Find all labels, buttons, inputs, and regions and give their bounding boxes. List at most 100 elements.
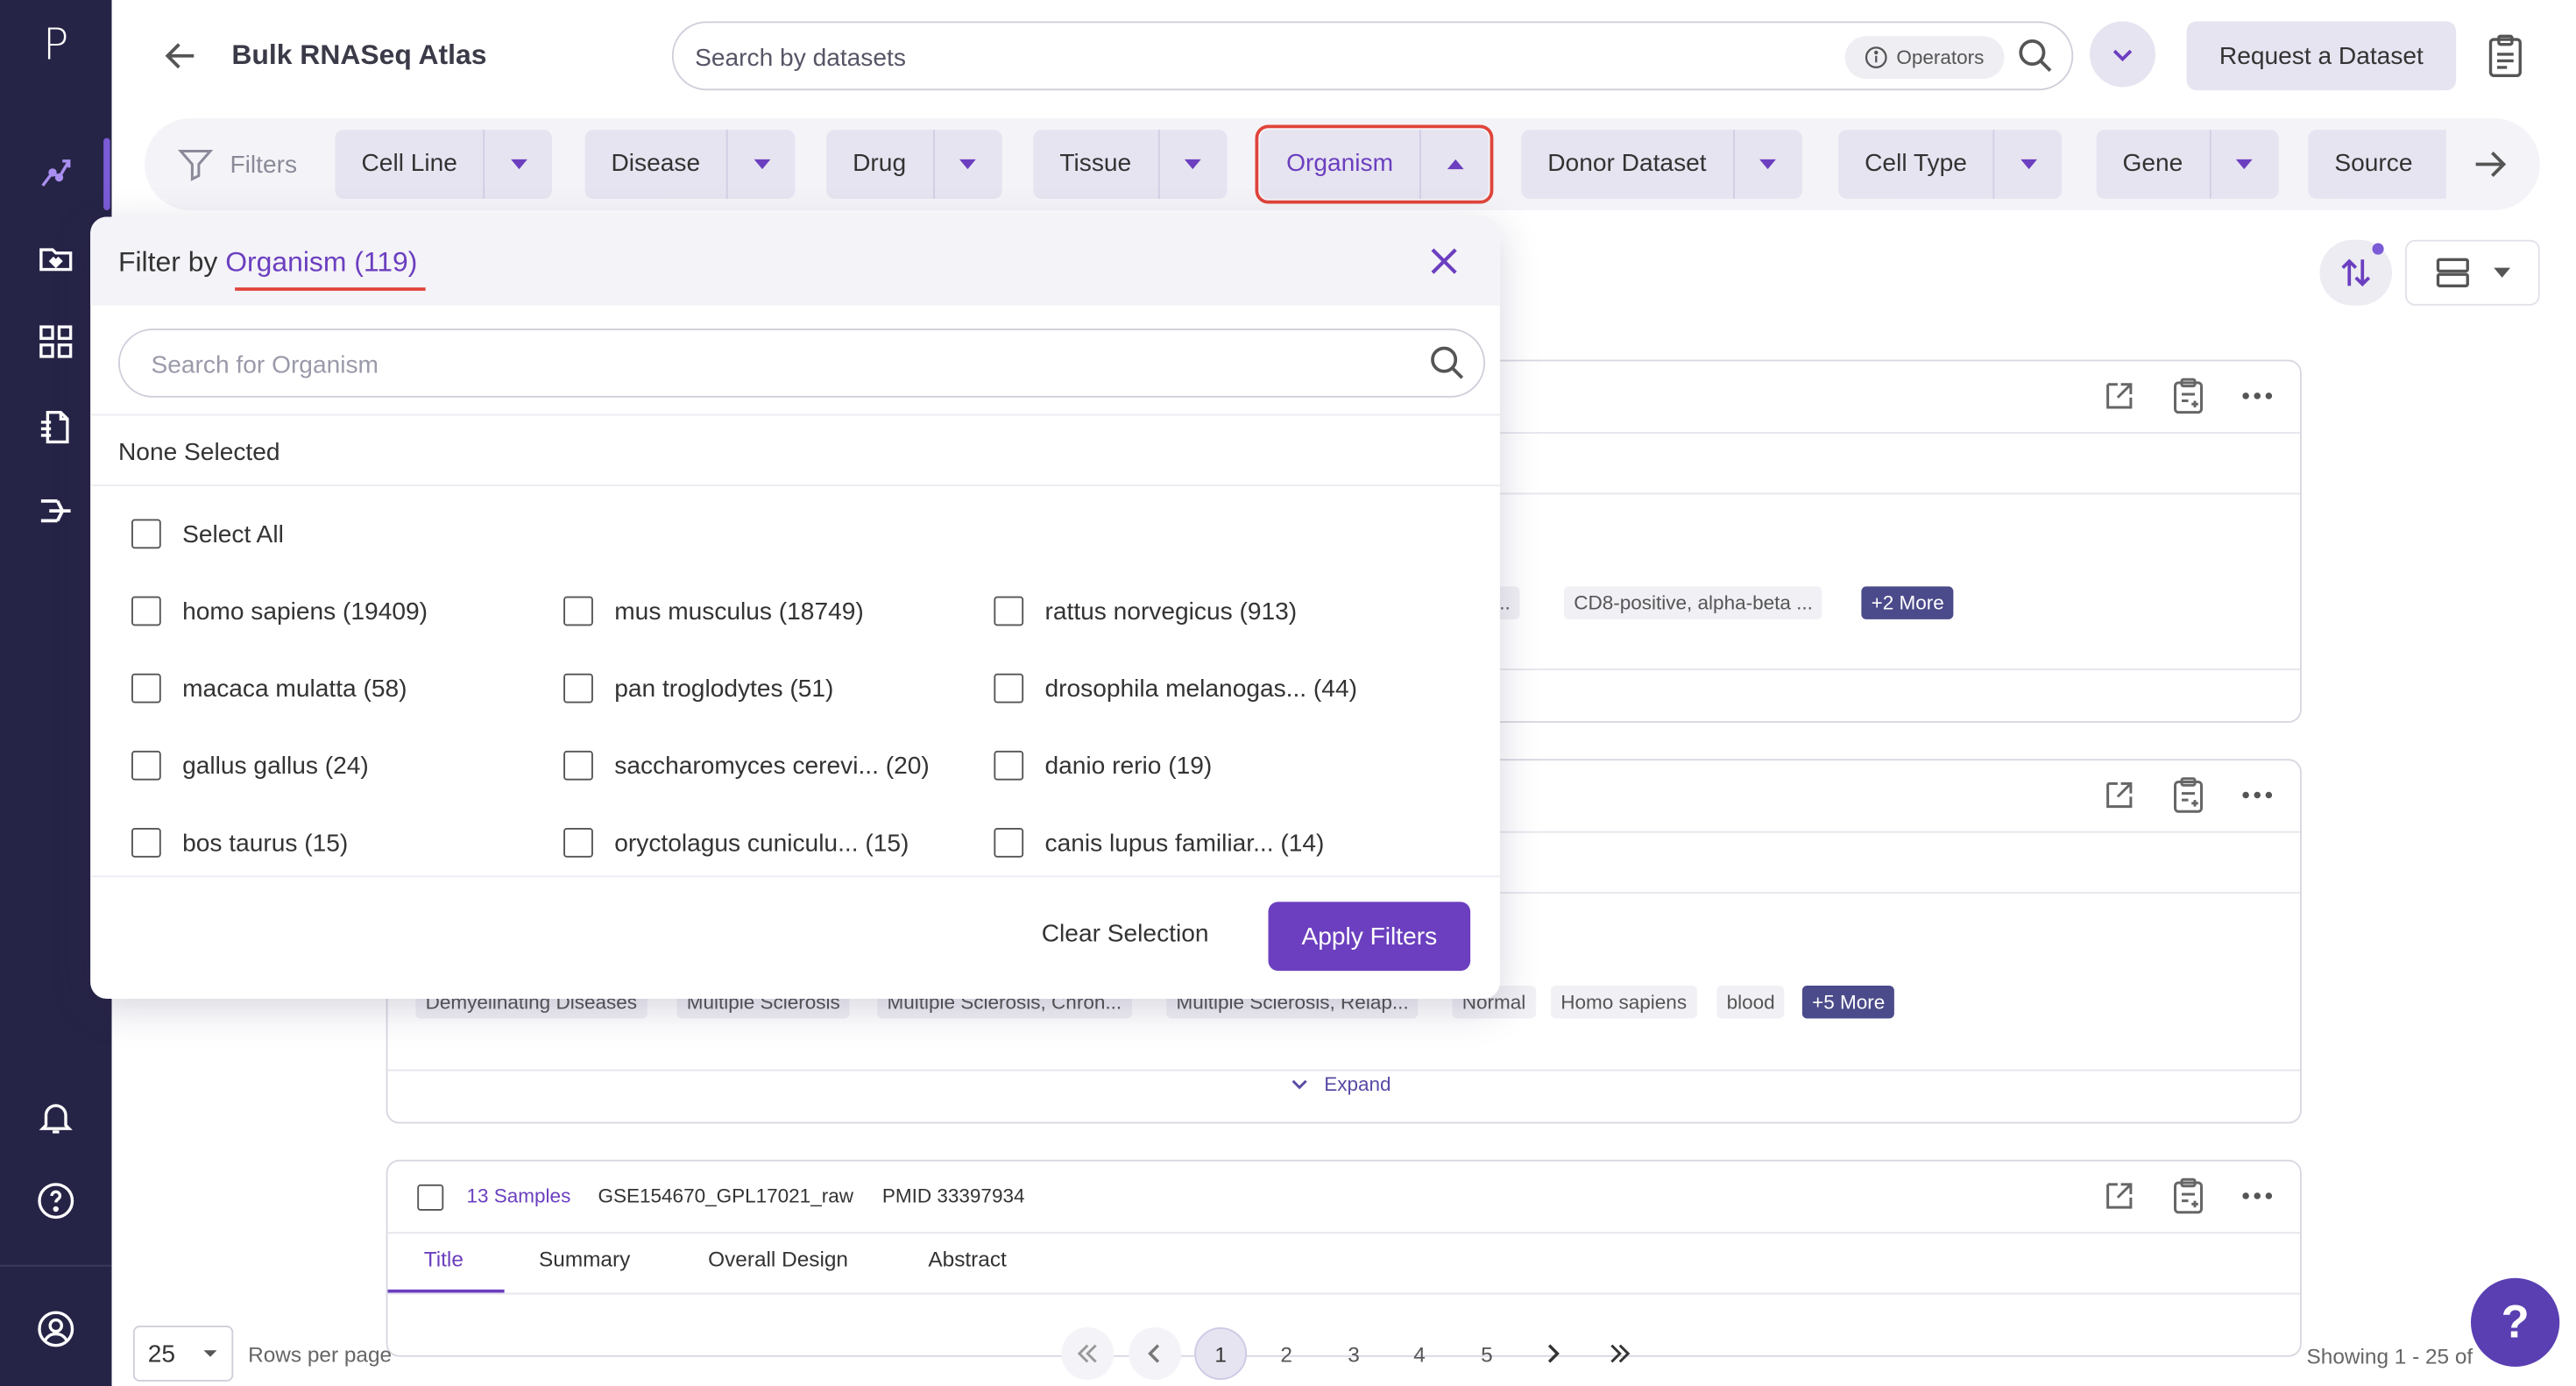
checkbox[interactable] bbox=[131, 519, 161, 549]
checkbox[interactable] bbox=[994, 596, 1024, 626]
search-options-dropdown-button[interactable] bbox=[2090, 21, 2155, 88]
organism-option[interactable]: oryctolagus cuniculu... (15) bbox=[563, 826, 909, 859]
dataset-select-checkbox[interactable] bbox=[417, 1184, 444, 1211]
organism-option[interactable]: pan troglodytes (51) bbox=[563, 672, 833, 705]
scroll-right-arrow-icon[interactable] bbox=[2471, 145, 2510, 192]
chip-label[interactable]: Drug bbox=[826, 130, 932, 199]
filter-chip-drug[interactable]: Drug bbox=[826, 130, 1001, 199]
more-tags-badge[interactable]: +5 More bbox=[1801, 986, 1895, 1019]
open-external-icon[interactable] bbox=[2103, 1179, 2136, 1213]
grid-icon[interactable] bbox=[33, 319, 80, 365]
checkbox[interactable] bbox=[131, 673, 161, 704]
caret-down-icon[interactable] bbox=[932, 130, 1001, 199]
checkbox[interactable] bbox=[131, 596, 161, 626]
user-profile-icon[interactable] bbox=[33, 1306, 80, 1353]
organism-option[interactable]: danio rerio (19) bbox=[994, 749, 1212, 782]
discover-icon[interactable] bbox=[33, 150, 80, 196]
organism-option[interactable]: rattus norvegicus (913) bbox=[994, 595, 1297, 628]
organism-option[interactable]: canis lupus familiar... (14) bbox=[994, 826, 1324, 859]
organism-option[interactable]: saccharomyces cerevi... (20) bbox=[563, 749, 930, 782]
caret-up-icon[interactable] bbox=[1419, 130, 1489, 199]
rows-per-page-select[interactable]: 25 bbox=[132, 1326, 234, 1382]
page-button[interactable]: 1 bbox=[1194, 1327, 1248, 1380]
checkbox[interactable] bbox=[563, 596, 593, 626]
checkbox[interactable] bbox=[994, 828, 1024, 858]
dataset-search-input[interactable] bbox=[695, 39, 1829, 76]
organism-option[interactable]: homo sapiens (19409) bbox=[131, 595, 428, 628]
filter-chip-gene[interactable]: Gene bbox=[2096, 130, 2279, 199]
page-button[interactable]: 5 bbox=[1461, 1327, 1513, 1380]
checkbox[interactable] bbox=[131, 750, 161, 781]
caret-down-icon[interactable] bbox=[1732, 130, 1802, 199]
open-external-icon[interactable] bbox=[2103, 379, 2136, 413]
page-button[interactable]: 2 bbox=[1260, 1327, 1313, 1380]
chip-label[interactable]: Disease bbox=[585, 130, 727, 199]
clear-selection-button[interactable]: Clear Selection bbox=[1042, 920, 1209, 948]
clipboard-icon[interactable] bbox=[2484, 33, 2527, 88]
apply-filters-button[interactable]: Apply Filters bbox=[1268, 902, 1471, 972]
tab-summary[interactable]: Summary bbox=[539, 1247, 630, 1271]
tab-abstract[interactable]: Abstract bbox=[928, 1247, 1006, 1271]
page-button[interactable]: 4 bbox=[1393, 1327, 1446, 1380]
back-arrow-icon[interactable] bbox=[158, 33, 204, 80]
more-options-icon[interactable] bbox=[2241, 1191, 2275, 1200]
organism-search-input[interactable] bbox=[151, 346, 1400, 383]
filter-chip-organism[interactable]: Organism bbox=[1255, 124, 1494, 204]
operators-button[interactable]: Operators bbox=[1844, 36, 2005, 79]
organism-option[interactable]: bos taurus (15) bbox=[131, 826, 348, 859]
previous-page-button[interactable] bbox=[1129, 1327, 1182, 1380]
app-logo[interactable]: P bbox=[0, 13, 112, 79]
organism-option[interactable]: mus musculus (18749) bbox=[563, 595, 864, 628]
document-icon[interactable] bbox=[33, 404, 80, 450]
caret-down-icon[interactable] bbox=[2209, 130, 2278, 199]
caret-down-icon[interactable] bbox=[726, 130, 796, 199]
samples-link[interactable]: 13 Samples bbox=[467, 1184, 571, 1207]
tab-title[interactable]: Title bbox=[424, 1247, 464, 1271]
more-options-icon[interactable] bbox=[2241, 391, 2275, 400]
more-options-icon[interactable] bbox=[2241, 790, 2275, 800]
filter-chip-disease[interactable]: Disease bbox=[584, 130, 796, 199]
request-dataset-button[interactable]: Request a Dataset bbox=[2186, 21, 2457, 91]
search-icon[interactable] bbox=[1429, 345, 1465, 390]
add-to-clipboard-icon[interactable] bbox=[2172, 1177, 2205, 1214]
checkbox[interactable] bbox=[131, 828, 161, 858]
help-icon[interactable] bbox=[33, 1177, 80, 1224]
filter-chip-donor-dataset[interactable]: Donor Dataset bbox=[1521, 130, 1802, 199]
first-page-button[interactable] bbox=[1061, 1327, 1115, 1380]
filter-chip-cell-type[interactable]: Cell Type bbox=[1838, 130, 2063, 199]
chip-label[interactable]: Source bbox=[2308, 130, 2438, 199]
chip-label[interactable]: Tissue bbox=[1033, 130, 1157, 199]
organism-option[interactable]: drosophila melanogas... (44) bbox=[994, 672, 1357, 705]
select-all-option[interactable]: Select All bbox=[131, 518, 284, 551]
help-chat-button[interactable]: ? bbox=[2471, 1277, 2560, 1367]
bell-icon[interactable] bbox=[33, 1094, 80, 1141]
checkbox[interactable] bbox=[994, 750, 1024, 781]
chip-label[interactable]: Cell Type bbox=[1838, 130, 1993, 199]
caret-down-icon[interactable] bbox=[483, 130, 553, 199]
add-to-clipboard-icon[interactable] bbox=[2172, 777, 2205, 813]
pmid[interactable]: PMID 33397934 bbox=[882, 1184, 1025, 1207]
open-external-icon[interactable] bbox=[2103, 779, 2136, 812]
more-tags-badge[interactable]: +2 More bbox=[1861, 586, 1955, 619]
checkbox[interactable] bbox=[563, 750, 593, 781]
checkbox[interactable] bbox=[563, 828, 593, 858]
page-button[interactable]: 3 bbox=[1327, 1327, 1380, 1380]
chip-label[interactable]: Organism bbox=[1260, 130, 1419, 199]
folder-icon[interactable] bbox=[33, 235, 80, 281]
filter-chip-source[interactable]: Source bbox=[2308, 130, 2446, 199]
search-icon[interactable] bbox=[2018, 38, 2054, 82]
chip-label[interactable]: Donor Dataset bbox=[1521, 130, 1732, 199]
filter-chip-tissue[interactable]: Tissue bbox=[1033, 130, 1227, 199]
caret-down-icon[interactable] bbox=[1992, 130, 2063, 199]
view-mode-dropdown[interactable] bbox=[2405, 239, 2540, 306]
last-page-button[interactable] bbox=[1594, 1327, 1646, 1380]
add-to-clipboard-icon[interactable] bbox=[2172, 378, 2205, 414]
expand-button[interactable]: Expand bbox=[1292, 1072, 1391, 1096]
checkbox[interactable] bbox=[563, 673, 593, 704]
organism-option[interactable]: gallus gallus (24) bbox=[131, 749, 369, 782]
caret-down-icon[interactable] bbox=[1157, 130, 1227, 199]
pipeline-icon[interactable] bbox=[33, 488, 80, 534]
tab-overall-design[interactable]: Overall Design bbox=[708, 1247, 848, 1271]
chip-label[interactable]: Cell Line bbox=[336, 130, 484, 199]
checkbox[interactable] bbox=[994, 673, 1024, 704]
